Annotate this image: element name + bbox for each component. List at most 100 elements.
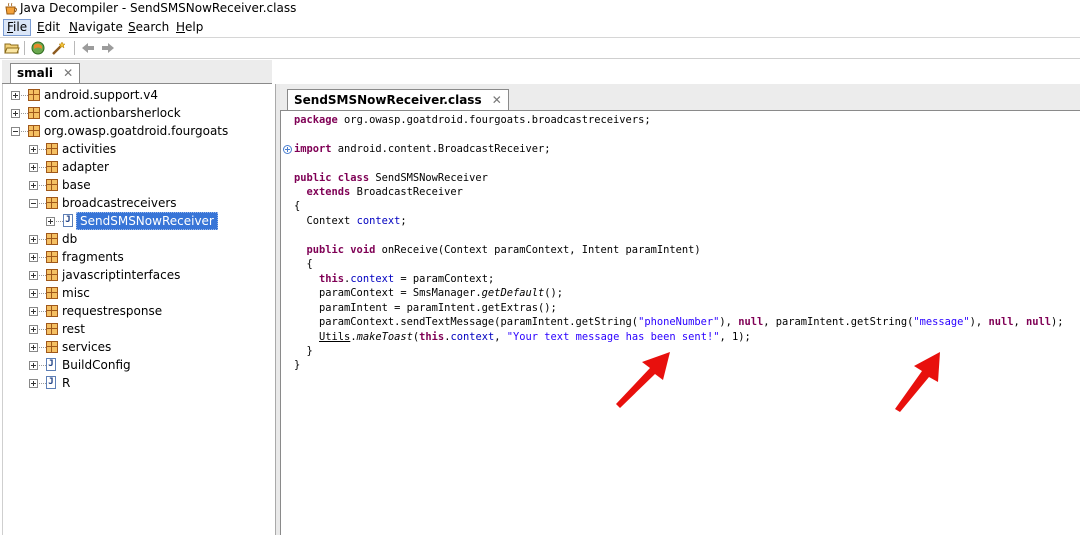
tab-label: SendSMSNowReceiver.class (294, 93, 482, 107)
menu-bar: File Edit Navigate Search Help (0, 18, 1080, 38)
menu-edit[interactable]: Edit (34, 20, 63, 35)
expand-icon[interactable] (29, 343, 38, 352)
code-line-assign-context: this.context = paramContext; (294, 273, 495, 285)
tree-connector (39, 257, 46, 258)
expand-icon[interactable] (29, 271, 38, 280)
tree-connector (39, 293, 46, 294)
wand-icon[interactable] (51, 40, 67, 56)
package-icon (46, 341, 58, 353)
code-line-method-open: { (294, 258, 313, 270)
package-icon (46, 269, 58, 281)
expand-icon[interactable] (29, 163, 38, 172)
package-icon (28, 89, 40, 101)
tree-label: BuildConfig (62, 358, 131, 372)
back-arrow-icon[interactable] (80, 40, 96, 56)
toolbar-separator (24, 41, 25, 55)
package-icon (28, 107, 40, 119)
tree-connector (21, 113, 28, 114)
toolbar (0, 38, 1080, 59)
tree-label: adapter (62, 160, 109, 174)
menu-navigate[interactable]: Navigate (66, 20, 126, 35)
package-icon (46, 143, 58, 155)
red-arrow-icon (616, 352, 670, 408)
expand-icon[interactable] (29, 253, 38, 262)
tree-connector (39, 275, 46, 276)
tree-label: db (62, 232, 78, 246)
fold-marker-icon[interactable] (283, 145, 292, 154)
code-line-package: package org.owasp.goatdroid.fourgoats.br… (294, 114, 651, 126)
code-line-send-text-message: paramContext.sendTextMessage(paramIntent… (294, 316, 1064, 328)
tree-connector (39, 365, 46, 366)
tree-label-selected: SendSMSNowReceiver (76, 212, 218, 230)
tree-connector (39, 149, 46, 150)
expand-icon[interactable] (46, 217, 55, 226)
tree-connector (39, 167, 46, 168)
tab-smali[interactable]: smali ✕ (10, 63, 81, 83)
java-file-icon: J (63, 214, 73, 227)
tree-label: org.owasp.goatdroid.fourgoats (44, 124, 229, 138)
code-line-extends: extends BroadcastReceiver (294, 186, 463, 198)
menu-help[interactable]: Help (173, 20, 206, 35)
code-line-make-toast: Utils.makeToast(this.context, "Your text… (319, 331, 751, 343)
tree-label: base (62, 178, 91, 192)
collapse-icon[interactable] (11, 127, 20, 136)
title-bar: Java Decompiler - SendSMSNowReceiver.cla… (0, 0, 1080, 18)
tree-connector (39, 203, 46, 204)
code-line-get-extras: paramIntent = paramIntent.getExtras(); (294, 302, 557, 314)
open-type-icon[interactable] (30, 40, 46, 56)
coffee-cup-icon (5, 2, 17, 15)
package-icon (46, 233, 58, 245)
code-line-class-decl: public class SendSMSNowReceiver (294, 172, 488, 184)
code-line-field: Context context; (294, 215, 407, 227)
toolbar-separator (74, 41, 75, 55)
expand-icon[interactable] (29, 379, 38, 388)
package-icon (46, 251, 58, 263)
code-line-sms-manager: paramContext = SmsManager.getDefault(); (294, 287, 564, 299)
tree-connector (39, 383, 46, 384)
code-line-import: import android.content.BroadcastReceiver… (294, 143, 551, 155)
tree-label: broadcastreceivers (62, 196, 177, 210)
package-icon (46, 179, 58, 191)
tree-label: requestresponse (62, 304, 163, 318)
forward-arrow-icon[interactable] (100, 40, 116, 56)
package-icon (46, 323, 58, 335)
tree-label: activities (62, 142, 117, 156)
tree-connector (39, 347, 46, 348)
menu-file[interactable]: File (3, 19, 32, 36)
expand-icon[interactable] (29, 325, 38, 334)
tab-label: smali (17, 66, 53, 80)
editor-tab-bar: SendSMSNowReceiver.class ✕ (280, 84, 1080, 111)
tree-label: fragments (62, 250, 124, 264)
expand-icon[interactable] (29, 289, 38, 298)
expand-icon[interactable] (29, 181, 38, 190)
open-folder-icon[interactable] (4, 40, 20, 56)
tree-label: com.actionbarsherlock (44, 106, 181, 120)
package-icon (46, 161, 58, 173)
menu-search[interactable]: Search (125, 20, 172, 35)
expand-icon[interactable] (29, 145, 38, 154)
tree-connector (39, 239, 46, 240)
expand-icon[interactable] (29, 235, 38, 244)
tree-label: R (62, 376, 71, 390)
expand-icon[interactable] (29, 361, 38, 370)
tree-connector (21, 95, 28, 96)
java-file-icon: J (46, 358, 56, 371)
tab-sendsmsnowreceiver-class[interactable]: SendSMSNowReceiver.class ✕ (287, 89, 509, 110)
close-icon[interactable]: ✕ (63, 66, 73, 80)
expand-icon[interactable] (29, 307, 38, 316)
tree-connector (56, 221, 63, 222)
tree-label: misc (62, 286, 90, 300)
tree-connector (21, 131, 28, 132)
tree-label: android.support.v4 (44, 88, 158, 102)
code-line-class-close: } (294, 359, 301, 371)
tree-connector (39, 185, 46, 186)
package-icon (46, 287, 58, 299)
expand-icon[interactable] (11, 109, 20, 118)
tree-connector (39, 329, 46, 330)
collapse-icon[interactable] (29, 199, 38, 208)
package-icon (28, 125, 40, 137)
tree-label: rest (62, 322, 86, 336)
red-arrow-icon (895, 352, 940, 412)
expand-icon[interactable] (11, 91, 20, 100)
close-icon[interactable]: ✕ (492, 93, 502, 107)
